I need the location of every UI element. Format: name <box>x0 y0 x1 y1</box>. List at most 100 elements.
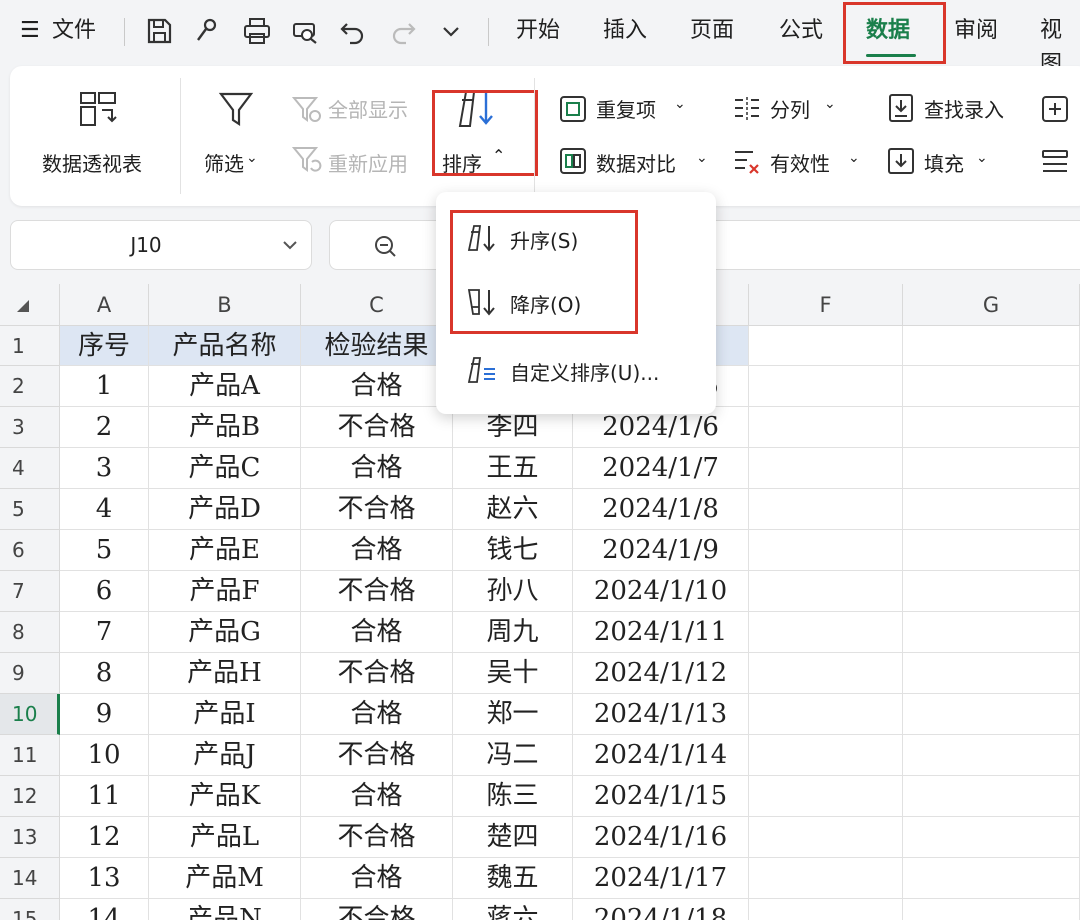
table-cell[interactable]: 产品H <box>149 653 301 694</box>
row-header-3[interactable]: 3 <box>0 407 60 448</box>
table-cell[interactable]: 钱七 <box>453 530 573 571</box>
row-header-1[interactable]: 1 <box>0 326 60 366</box>
empty-cell[interactable] <box>903 858 1080 899</box>
empty-cell[interactable] <box>749 858 903 899</box>
table-cell[interactable]: 4 <box>60 489 149 530</box>
empty-cell[interactable] <box>903 407 1080 448</box>
empty-cell[interactable] <box>903 326 1080 366</box>
split-column-chevron-icon[interactable]: ⌄ <box>824 96 836 112</box>
table-cell[interactable]: 合格 <box>301 366 453 407</box>
table-cell[interactable]: 不合格 <box>301 653 453 694</box>
redo-icon[interactable] <box>388 16 418 46</box>
table-cell[interactable]: 不合格 <box>301 735 453 776</box>
empty-cell[interactable] <box>749 448 903 489</box>
table-cell[interactable]: 9 <box>60 694 149 735</box>
table-cell[interactable]: 2024/1/15 <box>573 776 749 817</box>
fill-button[interactable]: 填充 <box>924 148 964 177</box>
column-header-g[interactable]: G <box>903 284 1080 326</box>
table-cell[interactable]: 产品G <box>149 612 301 653</box>
table-cell[interactable]: 楚四 <box>453 817 573 858</box>
tab-review[interactable]: 审阅 <box>954 14 998 48</box>
table-cell[interactable]: 蒋六 <box>453 899 573 920</box>
custom-sort-item[interactable]: 自定义排序(U)... <box>436 342 716 396</box>
undo-icon[interactable] <box>338 16 368 46</box>
table-cell[interactable]: 不合格 <box>301 899 453 920</box>
validation-chevron-icon[interactable]: ⌄ <box>848 150 860 166</box>
table-cell[interactable]: 2 <box>60 407 149 448</box>
chevron-down-icon[interactable] <box>281 238 299 252</box>
save-icon[interactable] <box>144 16 174 46</box>
table-cell[interactable]: 产品L <box>149 817 301 858</box>
split-column-button[interactable]: 分列 <box>770 94 810 123</box>
table-cell[interactable]: 产品F <box>149 571 301 612</box>
table-cell[interactable]: 3 <box>60 448 149 489</box>
table-cell[interactable]: 合格 <box>301 448 453 489</box>
tab-formula[interactable]: 公式 <box>779 14 823 48</box>
empty-cell[interactable] <box>903 571 1080 612</box>
insert-icon[interactable] <box>1040 94 1070 124</box>
table-cell[interactable]: 吴十 <box>453 653 573 694</box>
table-cell[interactable]: 7 <box>60 612 149 653</box>
table-cell[interactable]: 2024/1/17 <box>573 858 749 899</box>
table-cell[interactable]: 产品B <box>149 407 301 448</box>
empty-cell[interactable] <box>749 326 903 366</box>
table-cell[interactable]: 14 <box>60 899 149 920</box>
table-cell[interactable]: 2024/1/16 <box>573 817 749 858</box>
empty-cell[interactable] <box>749 817 903 858</box>
reapply-button[interactable]: 重新应用 <box>328 148 408 177</box>
table-cell[interactable]: 冯二 <box>453 735 573 776</box>
header-cell[interactable]: 序号 <box>60 326 149 366</box>
name-box[interactable]: J10 <box>10 220 312 270</box>
table-cell[interactable]: 合格 <box>301 858 453 899</box>
column-header-a[interactable]: A <box>60 284 149 326</box>
row-header-4[interactable]: 4 <box>0 448 60 489</box>
table-cell[interactable]: 产品K <box>149 776 301 817</box>
row-header-2[interactable]: 2 <box>0 366 60 407</box>
empty-cell[interactable] <box>903 735 1080 776</box>
list-icon[interactable] <box>1040 146 1070 176</box>
empty-cell[interactable] <box>903 899 1080 920</box>
filter-button[interactable]: 筛选 <box>204 148 244 177</box>
show-all-button[interactable]: 全部显示 <box>328 94 408 123</box>
column-header-b[interactable]: B <box>149 284 301 326</box>
validation-button[interactable]: 有效性 <box>770 148 830 177</box>
table-cell[interactable]: 2024/1/13 <box>573 694 749 735</box>
empty-cell[interactable] <box>903 489 1080 530</box>
empty-cell[interactable] <box>749 612 903 653</box>
empty-cell[interactable] <box>749 899 903 920</box>
header-cell[interactable]: 检验结果 <box>301 326 453 366</box>
table-cell[interactable]: 产品M <box>149 858 301 899</box>
row-header-11[interactable]: 11 <box>0 735 60 776</box>
empty-cell[interactable] <box>903 448 1080 489</box>
table-cell[interactable]: 合格 <box>301 694 453 735</box>
empty-cell[interactable] <box>903 776 1080 817</box>
table-cell[interactable]: 孙八 <box>453 571 573 612</box>
file-menu[interactable]: 文件 <box>52 14 96 48</box>
table-cell[interactable]: 2024/1/14 <box>573 735 749 776</box>
row-header-12[interactable]: 12 <box>0 776 60 817</box>
pivot-table-button[interactable]: 数据透视表 <box>42 148 142 177</box>
table-cell[interactable]: 产品A <box>149 366 301 407</box>
table-cell[interactable]: 1 <box>60 366 149 407</box>
print-icon[interactable] <box>242 16 272 46</box>
column-header-c[interactable]: C <box>301 284 453 326</box>
fill-chevron-icon[interactable]: ⌄ <box>976 150 988 166</box>
table-cell[interactable]: 陈三 <box>453 776 573 817</box>
tab-home[interactable]: 开始 <box>516 14 560 48</box>
row-header-8[interactable]: 8 <box>0 612 60 653</box>
empty-cell[interactable] <box>903 694 1080 735</box>
row-header-10[interactable]: 10 <box>0 694 60 735</box>
table-cell[interactable]: 2024/1/7 <box>573 448 749 489</box>
duplicates-button[interactable]: 重复项 <box>596 94 656 123</box>
column-header-f[interactable]: F <box>749 284 903 326</box>
empty-cell[interactable] <box>749 735 903 776</box>
row-header-15[interactable]: 15 <box>0 899 60 920</box>
empty-cell[interactable] <box>749 653 903 694</box>
table-cell[interactable]: 2024/1/18 <box>573 899 749 920</box>
empty-cell[interactable] <box>903 612 1080 653</box>
table-cell[interactable]: 王五 <box>453 448 573 489</box>
empty-cell[interactable] <box>749 366 903 407</box>
table-cell[interactable]: 不合格 <box>301 489 453 530</box>
find-entry-button[interactable]: 查找录入 <box>924 94 1004 123</box>
table-cell[interactable]: 不合格 <box>301 407 453 448</box>
